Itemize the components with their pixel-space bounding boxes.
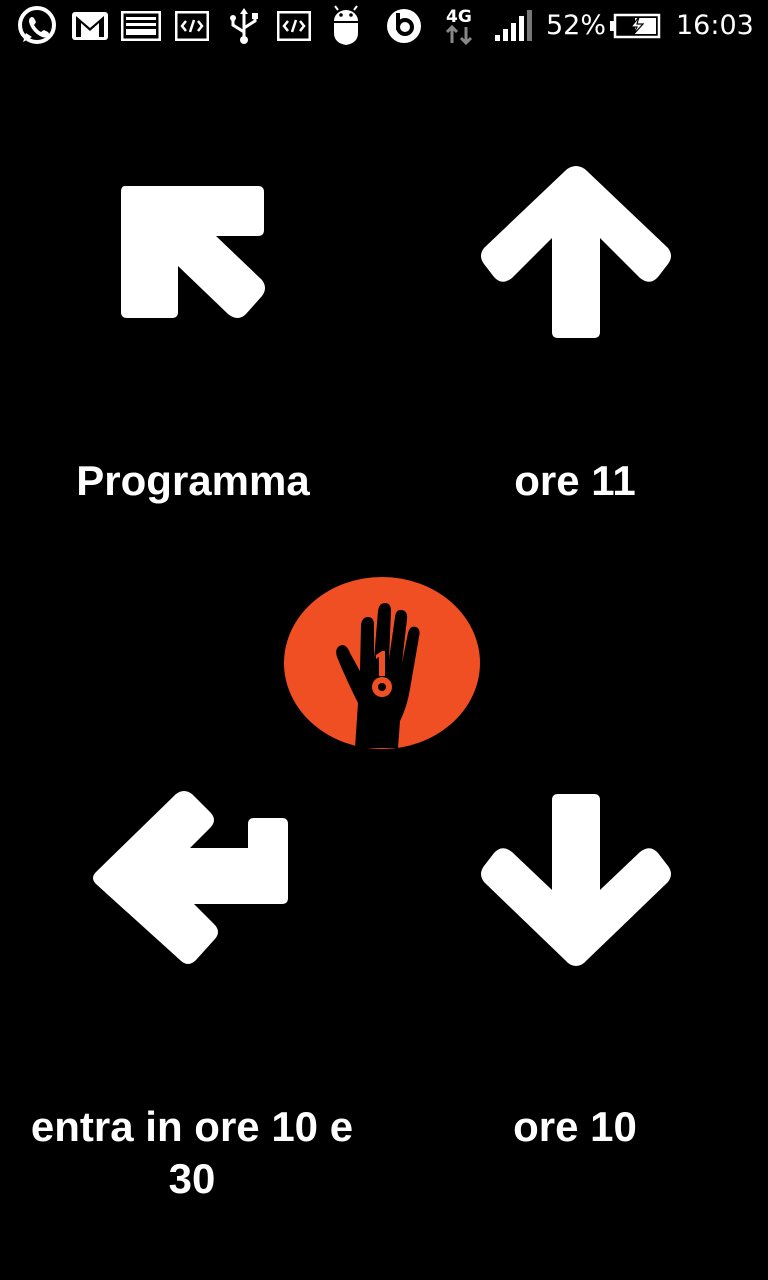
- arrow-return-left-button[interactable]: [86, 788, 296, 978]
- arrow-up-left-icon: [121, 186, 265, 318]
- code-icon: [174, 6, 210, 46]
- hand-key-logo-icon: [284, 577, 480, 749]
- arrow-down-icon: [481, 794, 671, 966]
- arrow-return-left-icon: [93, 791, 288, 964]
- arrow-up-left-button[interactable]: [112, 180, 272, 330]
- usb-icon: [226, 6, 262, 46]
- gmail-icon: [70, 6, 110, 46]
- signal-icon: [492, 6, 536, 46]
- android-debug-icon: [328, 5, 364, 46]
- label-programma[interactable]: Programma: [40, 455, 346, 507]
- app-logo: [282, 575, 482, 755]
- label-ore-10[interactable]: ore 10: [420, 1101, 730, 1153]
- image-icon: [120, 6, 162, 46]
- battery-percent: 52%: [546, 10, 607, 41]
- status-bar: 4G 52% 16:03: [0, 0, 768, 52]
- label-ore-11[interactable]: ore 11: [420, 455, 730, 507]
- status-time: 16:03: [676, 10, 754, 41]
- arrow-up-button[interactable]: [476, 162, 676, 342]
- svg-text:4G: 4G: [446, 7, 472, 27]
- 4g-icon: 4G: [440, 6, 480, 46]
- beats-icon: [384, 6, 424, 46]
- label-entra-in-ore-10-e-30[interactable]: entra in ore 10 e 30: [8, 1101, 376, 1205]
- whatsapp-icon: [14, 6, 60, 46]
- arrow-down-button[interactable]: [476, 790, 676, 970]
- battery-charging-icon: [608, 6, 662, 46]
- code-icon: [276, 6, 312, 46]
- arrow-up-icon: [481, 166, 671, 338]
